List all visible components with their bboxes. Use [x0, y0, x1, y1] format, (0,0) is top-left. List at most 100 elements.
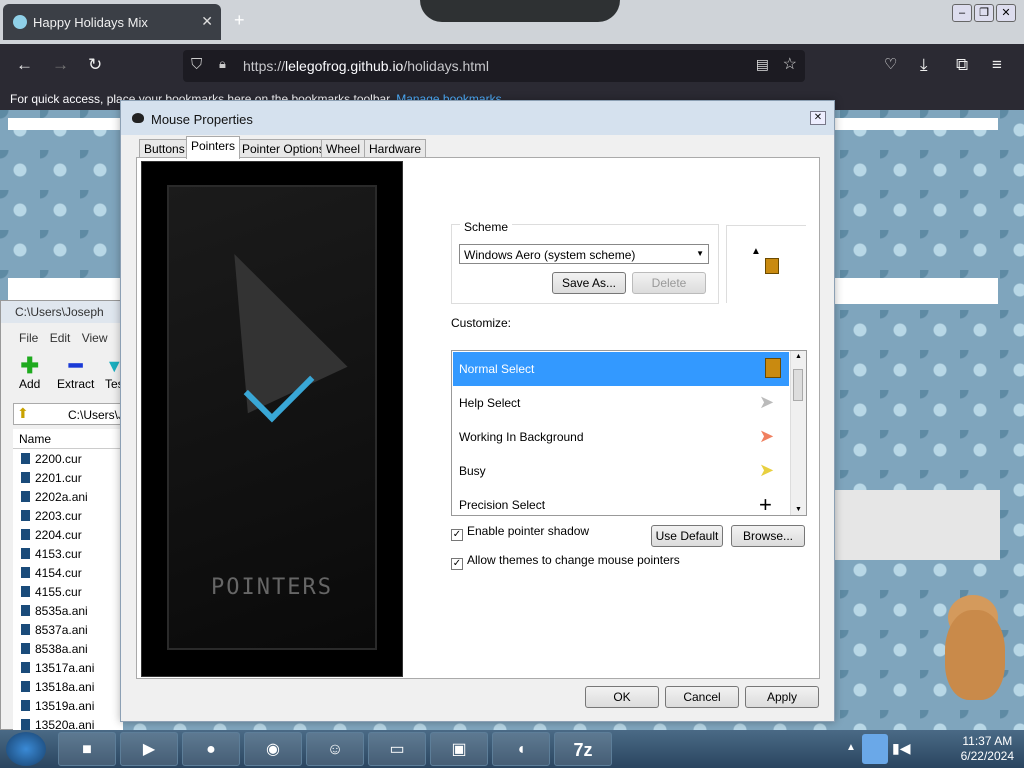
customize-label: Customize: [451, 316, 512, 330]
minimize-button[interactable]: – [952, 4, 972, 22]
list-item[interactable]: 4153.cur [13, 544, 123, 563]
new-tab-button[interactable]: + [234, 10, 245, 31]
name-column-header[interactable]: Name [13, 429, 123, 449]
pocket-icon[interactable]: ♡ [884, 55, 897, 73]
scroll-thumb[interactable] [793, 369, 803, 401]
pointer-shadow-checkbox[interactable]: ✓ Enable pointer shadow [451, 524, 589, 541]
reader-view-icon[interactable]: ▤ [756, 56, 769, 73]
list-item[interactable]: 2204.cur [13, 525, 123, 544]
menu-icon[interactable]: ≡ [992, 55, 1002, 75]
address-bar[interactable]: ⛉ 🔒︎ https://lelegofrog.github.io/holida… [183, 50, 805, 82]
scheme-dropdown[interactable]: Windows Aero (system scheme) [459, 244, 709, 264]
list-item[interactable]: 13519a.ani [13, 696, 123, 715]
start-button[interactable] [6, 732, 46, 766]
save-as-button[interactable]: Save As... [552, 272, 626, 294]
taskbar-firefox[interactable]: ◉ [244, 732, 302, 766]
window-controls: – ❐ ✕ [952, 4, 1016, 22]
browser-tab[interactable]: Happy Holidays Mix ✕ [3, 4, 221, 40]
lock-icon[interactable]: 🔒︎ [219, 56, 226, 72]
maximize-button[interactable]: ❐ [974, 4, 994, 22]
menu-view[interactable]: View [82, 331, 108, 345]
back-arrow-icon[interactable]: ← [16, 55, 33, 75]
list-item[interactable]: 2200.cur [13, 449, 123, 468]
list-item[interactable]: 2201.cur [13, 468, 123, 487]
cancel-button[interactable]: Cancel [665, 686, 739, 708]
file-list: 2200.cur 2201.cur 2202a.ani 2203.cur 2204.cu… [13, 449, 123, 732]
url-text[interactable]: https://lelegofrog.github.io/holidays.ht… [243, 58, 489, 74]
taskbar-hamster-app[interactable]: ☺ [306, 732, 364, 766]
pointer-row-normal-select[interactable]: Normal Select [453, 352, 789, 386]
tab-pointers[interactable]: Pointers [186, 136, 241, 159]
extensions-icon[interactable]: ⧉ [956, 55, 968, 75]
tray-expand-icon[interactable]: ▲ [846, 742, 856, 753]
list-item[interactable]: 13518a.ani [13, 677, 123, 696]
menu-edit[interactable]: Edit [50, 331, 71, 345]
reload-icon[interactable]: ↻ [88, 55, 102, 75]
pointer-row-working[interactable]: Working In Background ➤ [453, 420, 789, 454]
tab-hardware[interactable]: Hardware [364, 139, 427, 158]
close-tab-icon[interactable]: ✕ [201, 13, 213, 30]
bookmark-star-icon[interactable]: ☆ [783, 54, 797, 74]
forward-arrow-icon[interactable]: → [52, 55, 69, 75]
list-item[interactable]: 8535a.ani [13, 601, 123, 620]
mouse-icon [132, 113, 144, 123]
browser-tab-bar: Happy Holidays Mix ✕ + – ❐ ✕ [0, 0, 1024, 44]
plus-icon: ✚ [20, 353, 39, 378]
download-icon[interactable]: ⤓ [920, 55, 928, 75]
allow-themes-checkbox[interactable]: ✓ Allow themes to change mouse pointers [451, 553, 680, 570]
browse-button[interactable]: Browse... [731, 525, 805, 547]
path-field[interactable]: C:\Users\J [13, 403, 124, 425]
cursor-preview: ▲ [726, 225, 806, 303]
delete-button[interactable]: Delete [632, 272, 706, 294]
add-button[interactable]: ✚ Add [19, 353, 40, 392]
list-item[interactable]: 2203.cur [13, 506, 123, 525]
folder-up-icon[interactable]: ⬆ [17, 405, 29, 422]
close-window-button[interactable]: ✕ [996, 4, 1016, 22]
list-item[interactable]: 8537a.ani [13, 620, 123, 639]
pointer-row-busy[interactable]: Busy ➤ [453, 454, 789, 488]
taskbar-7zip[interactable]: 7z [554, 732, 612, 766]
list-item[interactable]: 4155.cur [13, 582, 123, 601]
sevenzip-menu: File Edit View [19, 331, 108, 345]
tab-pointer-options[interactable]: Pointer Options [237, 139, 330, 158]
taskbar: ■ ▶ ● ◉ ☺ ▭ ▣ ◖ 7z ▲ ▮◀ 11:37 AM 6/22/20… [0, 730, 1024, 768]
dialog-titlebar: Mouse Properties ✕ [121, 101, 834, 135]
arrow-cursor-icon: ▲ [751, 246, 761, 257]
scheme-preview-image: POINTERS [141, 161, 403, 677]
taskbar-globe[interactable]: ● [182, 732, 240, 766]
preview-text: POINTERS [211, 575, 333, 600]
scroll-down-icon[interactable]: ▼ [795, 506, 802, 513]
pointer-row-precision[interactable]: Precision Select + [453, 488, 789, 516]
checkbox-checked-icon: ✓ [451, 558, 463, 570]
menu-file[interactable]: File [19, 331, 38, 345]
taskbar-explorer[interactable]: ▭ [368, 732, 426, 766]
checkbox-checked-icon: ✓ [451, 529, 463, 541]
ok-button[interactable]: OK [585, 686, 659, 708]
taskbar-media-player[interactable]: ▶ [120, 732, 178, 766]
busy-arrow-icon: ➤ [759, 460, 775, 480]
use-default-button[interactable]: Use Default [651, 525, 723, 547]
list-item[interactable]: 8538a.ani [13, 639, 123, 658]
list-item[interactable]: 13517a.ani [13, 658, 123, 677]
taskbar-mouse[interactable]: ◖ [492, 732, 550, 766]
tab-wheel[interactable]: Wheel [321, 139, 366, 158]
taskbar-app-box[interactable]: ■ [58, 732, 116, 766]
tray-app-icon[interactable] [862, 734, 888, 764]
list-item[interactable]: 4154.cur [13, 563, 123, 582]
hamster-body-image [945, 610, 1005, 700]
tab-buttons[interactable]: Buttons [139, 139, 190, 158]
extract-button[interactable]: ━ Extract [57, 355, 94, 392]
tray-display-icon[interactable]: ▮◀ [892, 740, 910, 757]
clock[interactable]: 11:37 AM 6/22/2024 [961, 734, 1014, 764]
scroll-up-icon[interactable]: ▲ [795, 353, 802, 360]
close-icon[interactable]: ✕ [810, 111, 826, 125]
list-item[interactable]: 2202a.ani [13, 487, 123, 506]
pointer-row-help-select[interactable]: Help Select ➤ [453, 386, 789, 420]
apply-button[interactable]: Apply [745, 686, 819, 708]
crosshair-icon: + [759, 492, 772, 516]
dreidel-icon [765, 258, 779, 274]
shield-icon[interactable]: ⛉ [191, 56, 202, 73]
taskbar-monitor[interactable]: ▣ [430, 732, 488, 766]
pointer-list[interactable]: Normal Select Help Select ➤ Working In B… [451, 350, 807, 516]
sevenzip-window[interactable]: C:\Users\Joseph File Edit View ✚ Add ━ E… [0, 300, 124, 732]
